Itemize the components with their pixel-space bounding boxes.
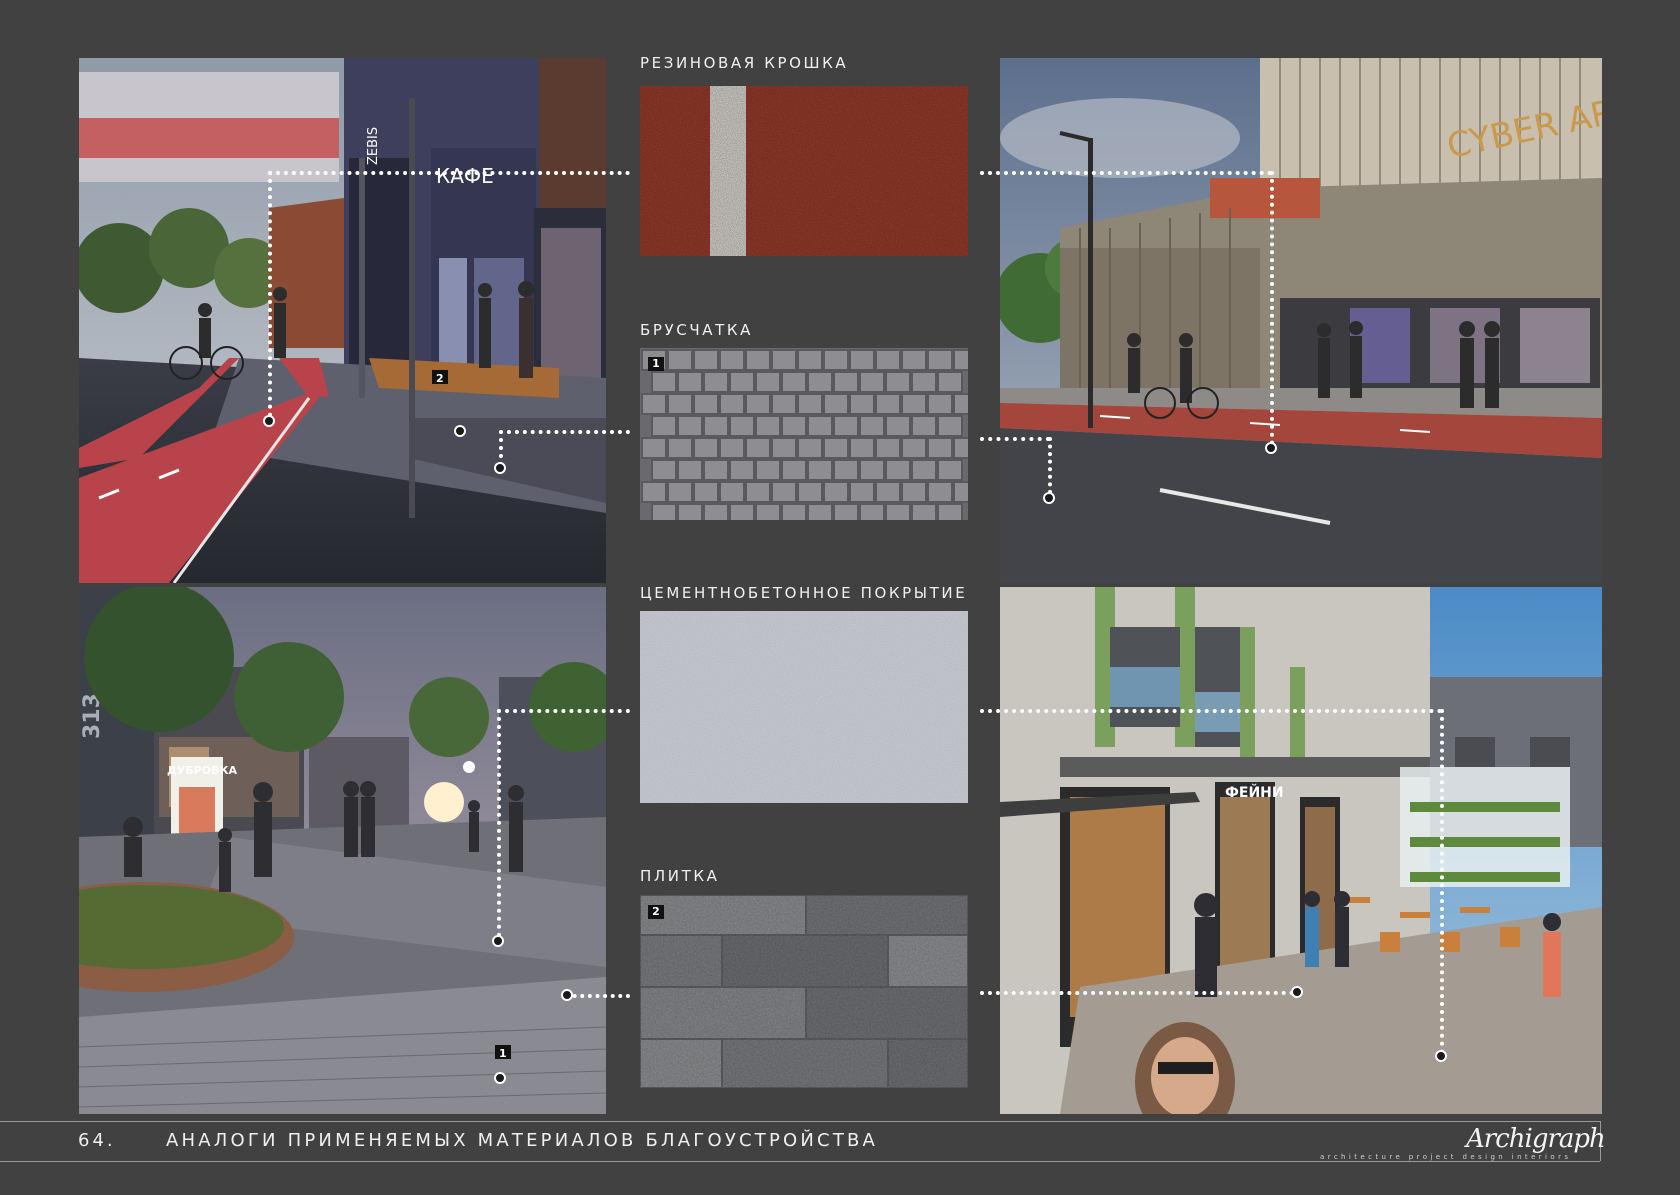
leader-paving-right-pin [1043, 492, 1055, 504]
leader-rubber-right-v [1270, 171, 1274, 445]
logo-tagline: architecture project design interiors [1320, 1153, 1572, 1161]
leader-concrete-right-h [980, 709, 1442, 713]
footer-top-rule [0, 1121, 1600, 1122]
material-label-rubber: РЕЗИНОВАЯ КРОШКА [640, 54, 849, 72]
leader-tile-left-h [565, 994, 630, 998]
leader-concrete-right-pin [1435, 1050, 1447, 1062]
leader-tile-right-h [980, 991, 1294, 995]
marker-1-label: 1 [499, 1047, 507, 1060]
marker-2-label: 2 [436, 372, 444, 385]
leader-concrete-left-v [497, 709, 501, 937]
badge-tile: 2 [648, 905, 664, 919]
building-sign: ZEBIS [366, 127, 381, 165]
marker-1-pin [494, 1072, 506, 1084]
leader-tile-right-pin [1291, 986, 1303, 998]
badge-paving-stones: 1 [648, 357, 664, 371]
photo-cyber-building: CYBER AR [1000, 58, 1602, 583]
footer-bottom-rule [0, 1161, 1600, 1162]
leader-tile-left-pin [561, 989, 573, 1001]
cafe-sign: КАФЕ [436, 164, 494, 188]
feini-sign: ФЕЙНИ [1225, 784, 1284, 801]
leader-paving-right-v [1048, 437, 1052, 494]
leader-paving-left-v [499, 430, 503, 466]
swatch-paving-stones: 1 [640, 348, 968, 520]
swatch-tile: 2 [640, 895, 968, 1088]
leader-concrete-left-h [497, 709, 630, 713]
dubrovka-sign: ДУБРОВКА [167, 764, 237, 777]
photo-street-bike-lane: КАФЕ ZEBIS 2 [79, 58, 606, 583]
leader-rubber-left-v [268, 171, 272, 417]
leader-rubber-right-pin [1265, 442, 1277, 454]
material-label-concrete: ЦЕМЕНТНОБЕТОННОЕ ПОКРЫТИЕ [640, 584, 968, 602]
material-label-paving-stones: БРУСЧАТКА [640, 321, 753, 339]
marker-2-pin [454, 425, 466, 437]
swatch-rubber-crumb [640, 86, 968, 256]
leader-concrete-left-pin [492, 935, 504, 947]
leader-rubber-right-h [980, 171, 1272, 175]
material-label-tile: ПЛИТКА [640, 867, 720, 885]
photo-courtyard-cafe: ФЕЙНИ [1000, 587, 1602, 1114]
archigraph-logo: Archigraph [1466, 1124, 1606, 1154]
leader-paving-right-h [980, 437, 1050, 441]
page-title: АНАЛОГИ ПРИМЕНЯЕМЫХ МАТЕРИАЛОВ БЛАГОУСТР… [166, 1130, 879, 1151]
swatch-concrete [640, 611, 968, 803]
leader-paving-left-pin [494, 462, 506, 474]
leader-concrete-right-v [1440, 709, 1444, 1054]
photo-evening-plaza: 313 ДУБРОВКА 1 [79, 587, 606, 1114]
page-number: 64. [78, 1130, 116, 1151]
leader-rubber-left-h [268, 171, 630, 175]
leader-rubber-left-pin [263, 415, 275, 427]
leader-paving-left-h [499, 430, 630, 434]
